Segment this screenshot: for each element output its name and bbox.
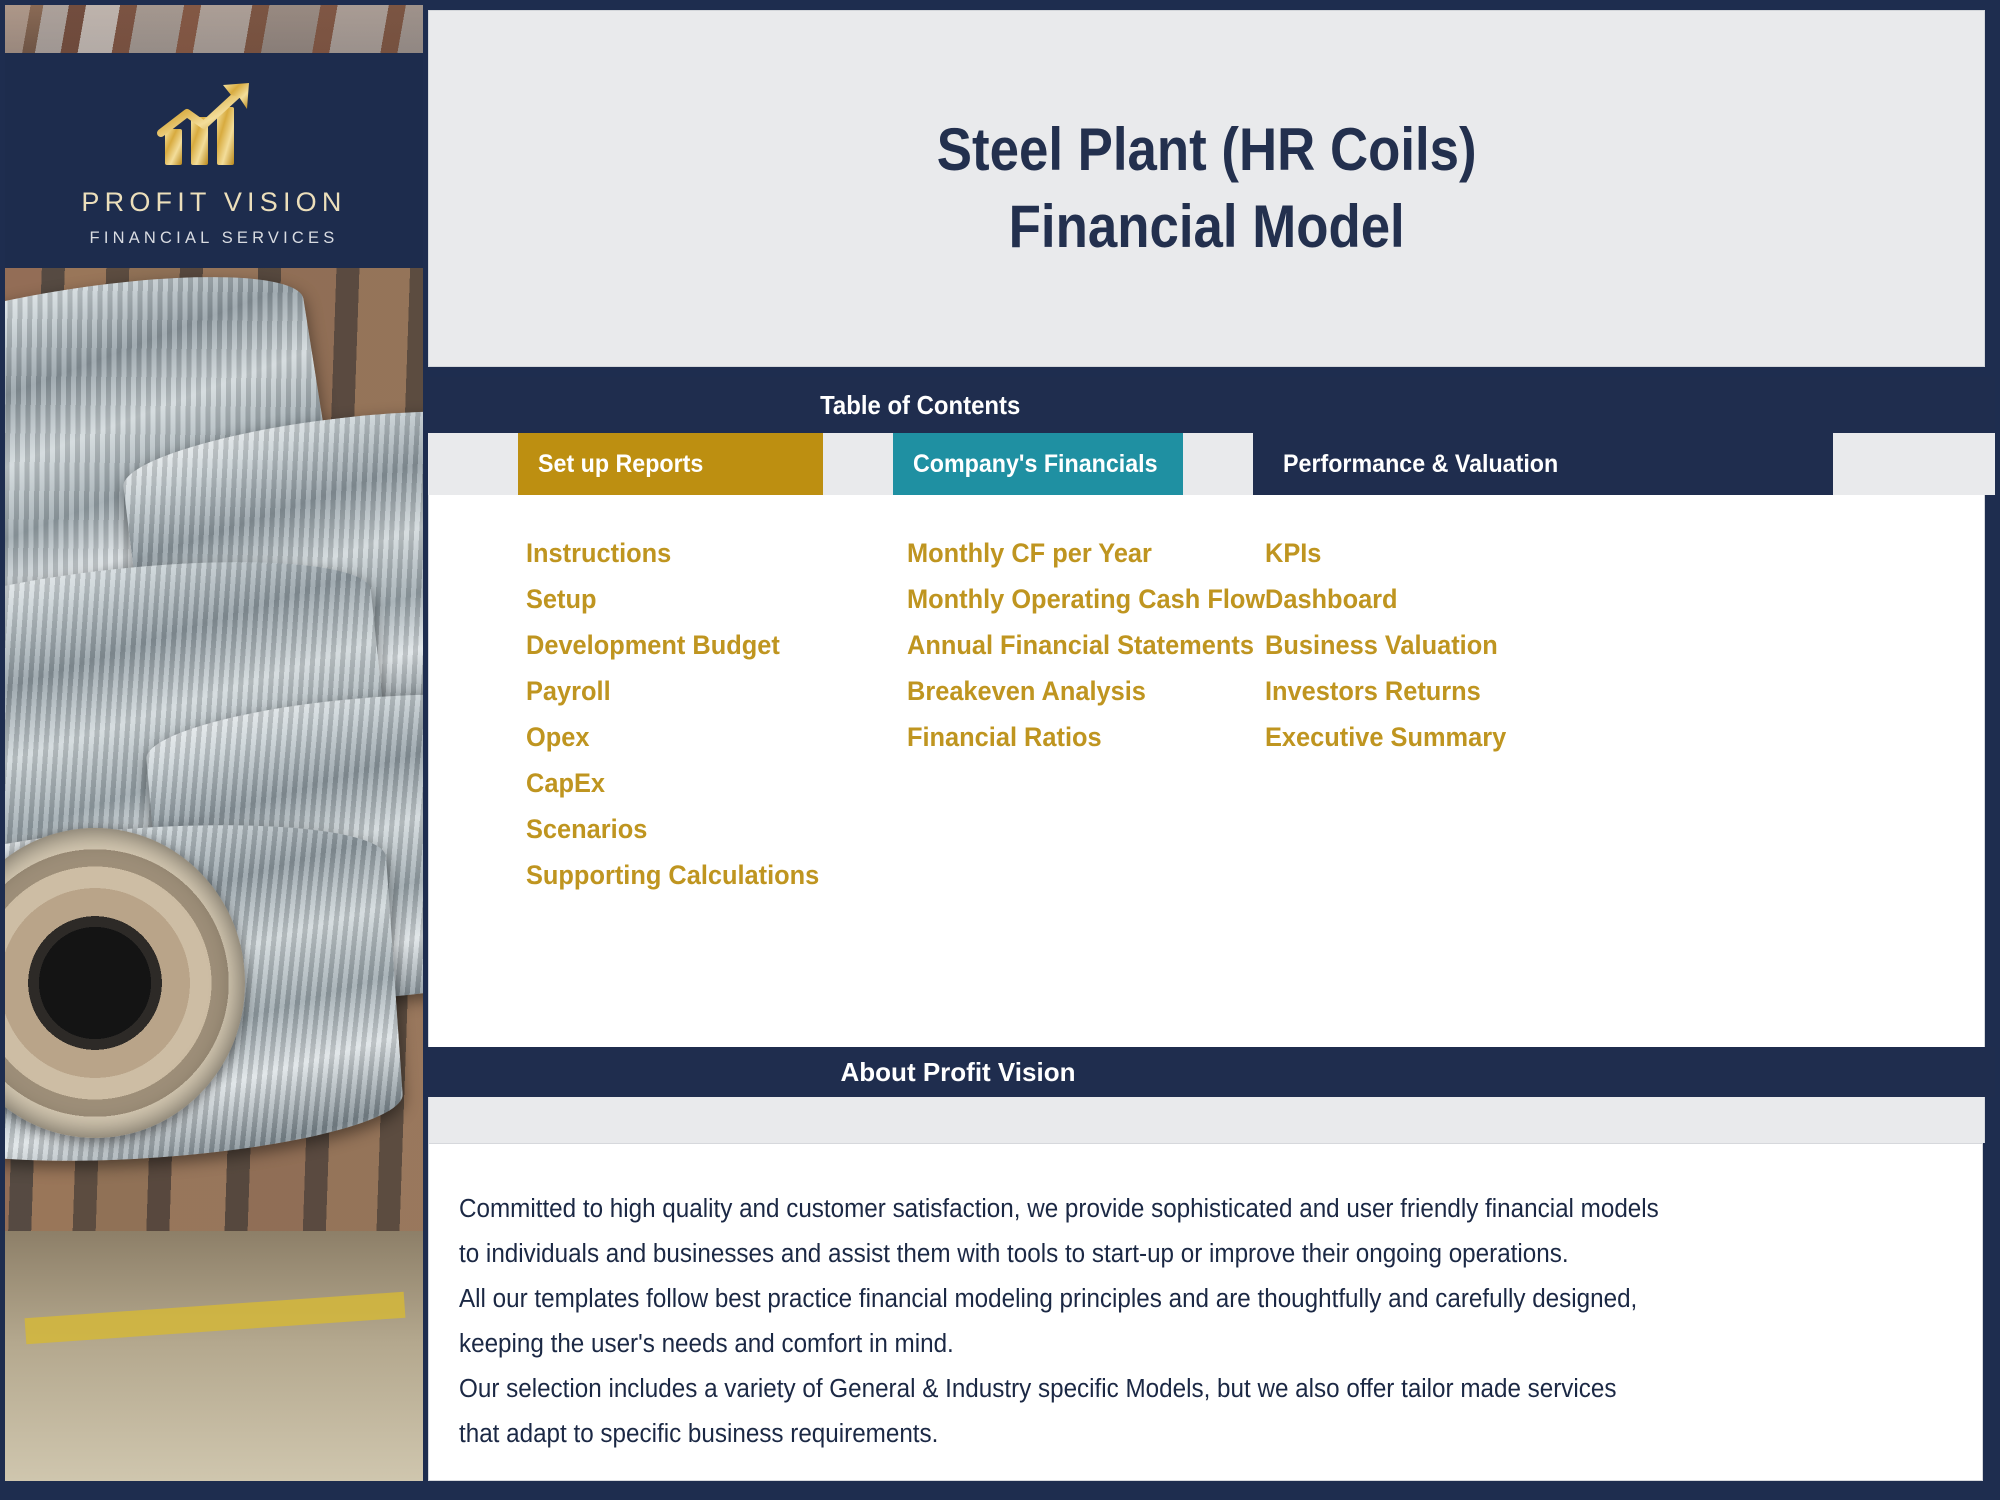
tab-companys-financials-label: Company's Financials (913, 450, 1158, 478)
link-opex[interactable]: Opex (526, 723, 838, 751)
link-column-set-up-reports: Instructions Setup Development Budget Pa… (526, 539, 838, 907)
page-title-line-2: Financial Model (1008, 192, 1405, 260)
brand-tagline: FINANCIAL SERVICES (89, 229, 339, 247)
logo-panel: PROFIT VISION FINANCIAL SERVICES (5, 53, 423, 268)
tab-performance-valuation-label: Performance & Valuation (1283, 450, 1559, 478)
about-paragraph-5: Our selection includes a variety of Gene… (459, 1375, 1617, 1403)
about-spacer-strip (428, 1097, 1985, 1143)
link-column-companys-financials: Monthly CF per Year Monthly Operating Ca… (907, 539, 1288, 769)
about-body: Committed to high quality and customer s… (428, 1143, 1983, 1481)
link-development-budget[interactable]: Development Budget (526, 631, 838, 659)
brand-sidebar: PROFIT VISION FINANCIAL SERVICES (5, 5, 423, 1481)
link-monthly-operating-cash-flow[interactable]: Monthly Operating Cash Flow (907, 585, 1288, 613)
link-financial-ratios[interactable]: Financial Ratios (907, 723, 1288, 751)
about-paragraph-1: Committed to high quality and customer s… (459, 1195, 1659, 1223)
link-kpis[interactable]: KPIs (1265, 539, 1522, 567)
link-capex[interactable]: CapEx (526, 769, 838, 797)
link-supporting-calculations[interactable]: Supporting Calculations (526, 861, 838, 889)
about-band: About Profit Vision (428, 1047, 1995, 1097)
steel-coils-photo (5, 268, 423, 1481)
table-of-contents-band: Table of Contents (428, 377, 1995, 433)
link-dashboard[interactable]: Dashboard (1265, 585, 1522, 613)
link-payroll[interactable]: Payroll (526, 677, 838, 705)
table-of-contents-title: Table of Contents (820, 390, 1021, 420)
link-investors-returns[interactable]: Investors Returns (1265, 677, 1522, 705)
category-tab-row: Set up Reports Company's Financials Perf… (428, 433, 1995, 495)
tab-set-up-reports[interactable]: Set up Reports (518, 433, 823, 495)
factory-ceiling-photo (5, 5, 423, 53)
about-paragraph-4: keeping the user's needs and comfort in … (459, 1330, 954, 1358)
link-scenarios[interactable]: Scenarios (526, 815, 838, 843)
link-executive-summary[interactable]: Executive Summary (1265, 723, 1522, 751)
link-annual-financial-statements[interactable]: Annual Financial Statements (907, 631, 1288, 659)
tab-companys-financials[interactable]: Company's Financials (893, 433, 1183, 495)
about-paragraph-6: that adapt to specific business requirem… (459, 1420, 939, 1448)
tab-set-up-reports-label: Set up Reports (538, 450, 704, 478)
table-of-contents-links: Instructions Setup Development Budget Pa… (428, 495, 1985, 1047)
page-title: Steel Plant (HR Coils) Financial Model (937, 112, 1477, 266)
about-title: About Profit Vision (840, 1057, 1076, 1087)
about-paragraph-3: All our templates follow best practice f… (459, 1285, 1638, 1313)
brand-name: PROFIT VISION (81, 187, 347, 217)
workbook-page: PROFIT VISION FINANCIAL SERVICES Steel P… (0, 0, 2000, 1500)
growth-bar-chart-arrow-icon (157, 83, 249, 165)
page-title-card: Steel Plant (HR Coils) Financial Model (428, 10, 1985, 367)
tab-row-filler (1833, 433, 1995, 495)
link-column-performance-valuation: KPIs Dashboard Business Valuation Invest… (1265, 539, 1522, 769)
link-business-valuation[interactable]: Business Valuation (1265, 631, 1522, 659)
main-content: Steel Plant (HR Coils) Financial Model T… (428, 5, 1995, 1481)
about-paragraph-2: to individuals and businesses and assist… (459, 1240, 1569, 1268)
link-setup[interactable]: Setup (526, 585, 838, 613)
link-monthly-cf-per-year[interactable]: Monthly CF per Year (907, 539, 1288, 567)
link-breakeven-analysis[interactable]: Breakeven Analysis (907, 677, 1288, 705)
link-instructions[interactable]: Instructions (526, 539, 838, 567)
page-title-line-1: Steel Plant (HR Coils) (936, 115, 1477, 183)
